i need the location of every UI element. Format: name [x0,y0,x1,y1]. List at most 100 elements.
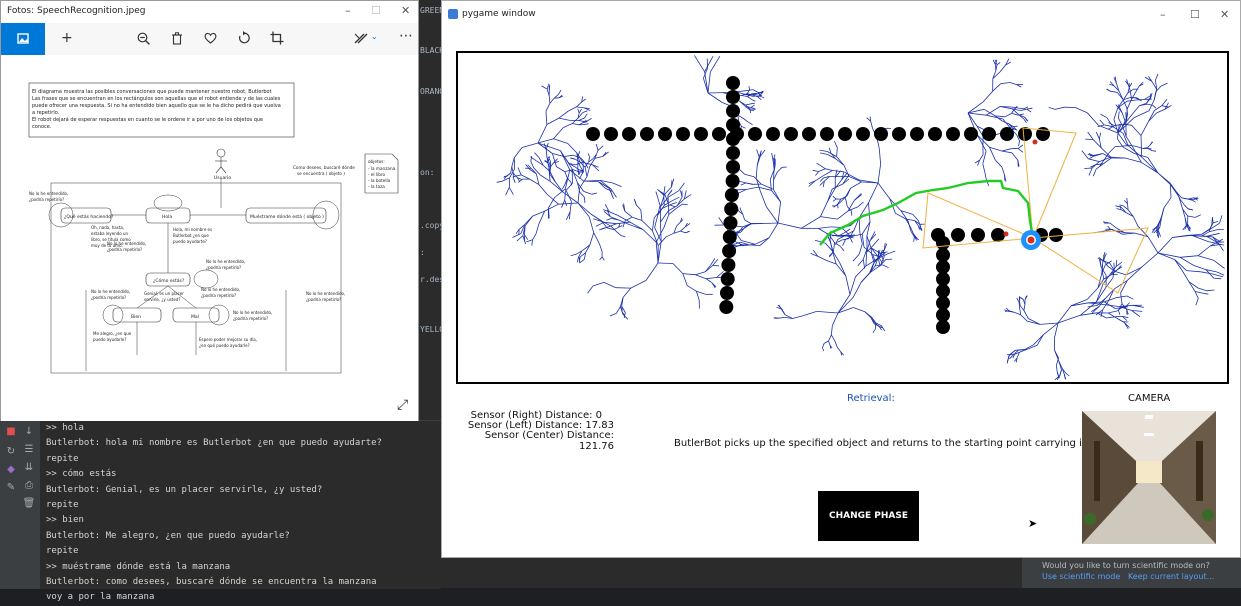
tree-branch [1118,100,1124,108]
trash-icon[interactable]: 🗑 [22,499,36,509]
tree-branch [514,148,522,158]
tree-branch [873,239,879,246]
tree-branch [611,189,616,197]
minimize-icon[interactable]: – [345,4,351,17]
rerun-icon[interactable]: ↻ [4,447,18,457]
tree-branch [546,150,547,158]
edit-draw-icon[interactable] [354,32,368,44]
ide-code-editor[interactable]: GREEN BLACK ORANG on: .copy : r.des YELL… [418,0,442,400]
code-fragment: GREEN [420,6,442,15]
image-viewer[interactable]: El diagrama muestra las posibles convers… [1,55,418,421]
use-scientific-mode-link[interactable]: Use scientific mode [1042,572,1120,581]
console-line: >> muéstrame dónde está la manzana [46,560,441,575]
delete-icon[interactable] [171,32,183,45]
close-icon[interactable]: ✕ [1220,8,1229,21]
scroll-end-icon[interactable]: ⇊ [22,463,36,473]
tree-branch [1214,260,1225,268]
tree-branch [687,285,696,291]
simulation-map[interactable] [456,51,1229,384]
tree-branch [705,265,710,272]
tree-branch [568,107,576,111]
tree-branch [568,144,577,153]
tree-branch [1188,216,1196,217]
tree-branch [625,217,632,220]
tree-branch [847,188,851,196]
svg-text:Hola, mi nombre esButlerbot ¿e: Hola, mi nombre esButlerbot ¿en quepuedo… [173,227,212,244]
soft-wrap-icon[interactable]: ☰ [22,445,36,455]
code-fragment: : [420,248,425,257]
photos-home-button[interactable] [1,23,45,55]
tree-branch [658,263,673,264]
tree-branch [1099,133,1100,139]
tree-branch [1179,197,1183,209]
photos-titlebar[interactable]: Fotos: SpeechRecognition.jpeg – ☐ ✕ [1,1,418,23]
tree-branch [1027,321,1040,324]
tree-branch [1002,167,1005,175]
tree-branch [1141,162,1158,173]
maximize-icon[interactable]: ☐ [371,4,381,17]
tree-branch [831,335,835,341]
add-icon[interactable]: + [61,30,73,46]
wall-dot [936,308,950,322]
close-icon[interactable]: ✕ [401,4,410,17]
tree-branch [822,348,823,351]
tree-branch [562,184,565,189]
tree-branch [584,180,600,181]
zoom-out-icon[interactable] [137,32,150,45]
pin-icon[interactable]: ✎ [4,483,18,493]
tree-branch [1162,99,1167,106]
wall-dot [936,260,950,274]
tree-branch [845,229,850,232]
maximize-icon[interactable]: ☐ [1190,8,1200,21]
debug-icon[interactable]: ◆ [4,465,18,475]
expand-icon[interactable]: ⤢ [397,397,408,413]
tree-branch [1108,311,1117,313]
crop-icon[interactable] [270,31,284,45]
wall-obstacles [586,76,1063,334]
tree-branch [588,286,594,293]
photos-window[interactable]: Fotos: SpeechRecognition.jpeg – ☐ ✕ + ⌄ … [0,0,419,421]
tree-branch [1118,111,1119,118]
tree-branch [1001,83,1010,84]
print-icon[interactable]: ⎙ [22,481,36,491]
tree-branch [1192,200,1195,202]
keep-layout-link[interactable]: Keep current layout... [1128,572,1214,581]
tree-branch [827,152,836,157]
tree-branch [584,191,592,194]
chevron-down-icon[interactable]: ⌄ [371,32,378,41]
pygame-titlebar[interactable]: pygame window – ☐ ✕ [442,1,1240,29]
change-phase-button[interactable]: CHANGE PHASE [818,491,919,541]
favorite-icon[interactable] [204,32,217,44]
minimize-icon[interactable]: – [1160,8,1166,21]
console-line: Butlerbot: Me alegro, ¿en que puedo ayud… [46,529,441,544]
tree-branch [1075,108,1087,113]
arrow-down-icon[interactable]: ↓ [22,427,36,437]
tree-branch [1087,288,1098,300]
tree-branch [1093,169,1096,176]
tree-branch [547,118,559,124]
tree-branch [820,178,823,182]
tree-branch [590,233,594,245]
tree-branch [606,218,611,220]
tree-branch [813,170,819,171]
wall-dot [910,127,924,141]
tree-branch [577,107,585,108]
console-line: Butlerbot: Genial, es un placer servirle… [46,483,441,498]
photos-title: Fotos: SpeechRecognition.jpeg [7,6,145,16]
tree-branch [578,203,589,217]
wall-dot [951,228,965,242]
tree-branch [986,107,1000,116]
tree-branch [556,167,564,172]
python-console[interactable]: ■ ↓ ↻ ☰ ◆ ⇊ ✎ ⎙ 🗑 >> hola Butlerbot: hol… [0,420,441,589]
tree-branch [853,282,861,297]
tree-branch [594,233,600,244]
pygame-window[interactable]: pygame window – ☐ ✕ Sensor (Right) Dista… [441,0,1241,558]
tree-branch [1104,275,1112,280]
tree-branch [837,148,838,157]
tree-branch [1100,114,1107,118]
tree-branch [831,227,842,228]
more-options-icon[interactable]: ⋯ [399,28,413,44]
stop-icon[interactable]: ■ [4,427,18,437]
rotate-icon[interactable] [237,31,251,45]
tree-branch [1111,91,1118,92]
